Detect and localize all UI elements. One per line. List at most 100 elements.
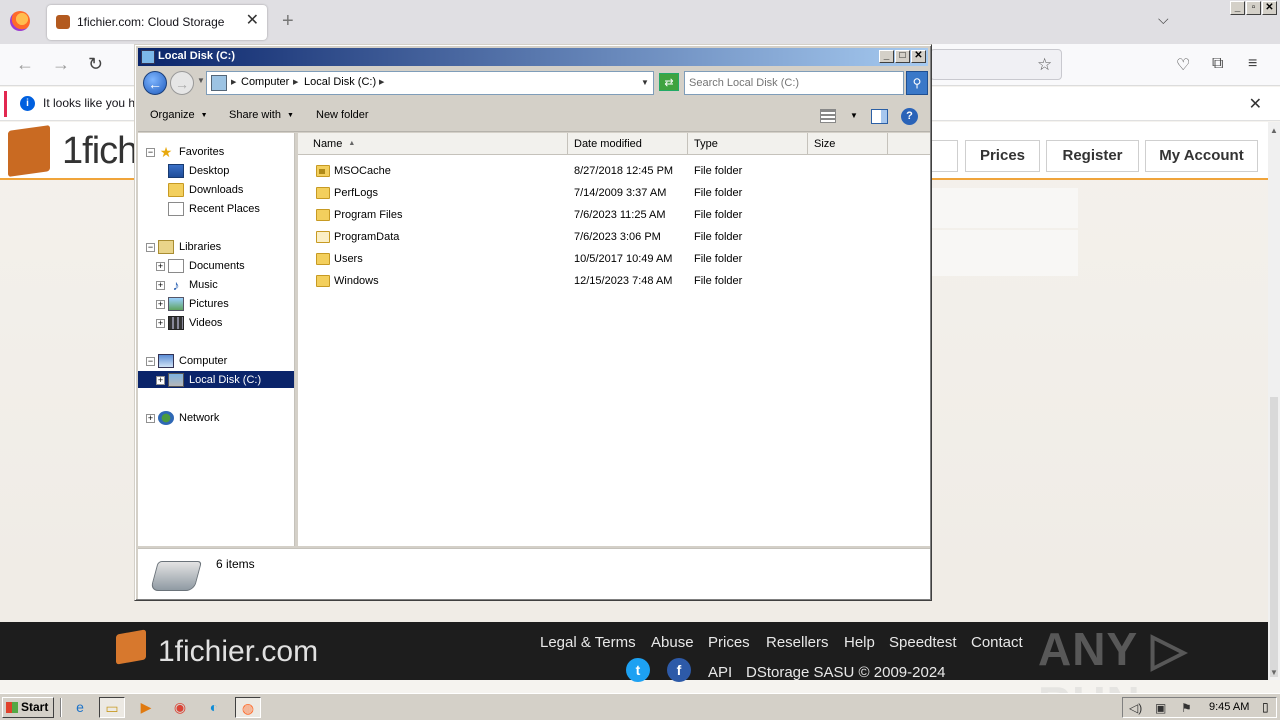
scroll-down-arrow-icon[interactable]: ▼	[1270, 668, 1278, 677]
breadcrumb[interactable]: ▶ Computer ▶ Local Disk (C:) ▶ ▼	[206, 71, 654, 95]
firefox-icon[interactable]: ◍	[235, 697, 261, 718]
expand-pictures-icon[interactable]: +	[156, 300, 165, 309]
facebook-icon[interactable]: f	[667, 658, 691, 682]
recent-pages-chevron-down-icon[interactable]: ▼	[197, 76, 205, 85]
table-row[interactable]: Users 10/5/2017 10:49 AM File folder	[298, 249, 930, 271]
collapse-computer-icon[interactable]: −	[146, 357, 155, 366]
footer-link-api[interactable]: API	[708, 664, 732, 681]
tree-item-network[interactable]: Network	[158, 409, 219, 426]
back-button[interactable]: ←	[143, 71, 167, 95]
expand-network-icon[interactable]: +	[146, 414, 155, 423]
new-folder-button[interactable]: New folder	[316, 109, 369, 121]
navigation-pane[interactable]: − ★ Favorites Desktop Downloads Recent Pl…	[138, 133, 295, 546]
refresh-icon[interactable]: ⇄	[659, 73, 679, 91]
page-scrollbar[interactable]: ▲ ▼	[1268, 122, 1280, 680]
restore-button[interactable]: ▫	[1246, 1, 1261, 15]
tree-item-recent-places[interactable]: Recent Places	[168, 200, 260, 217]
chrome-icon[interactable]: ◉	[167, 697, 193, 718]
scroll-up-arrow-icon[interactable]: ▲	[1270, 126, 1278, 135]
tree-item-videos[interactable]: Videos	[168, 314, 222, 331]
show-desktop-icon[interactable]: ▯	[1262, 700, 1269, 714]
tree-item-computer[interactable]: Computer	[158, 352, 227, 369]
tree-item-libraries[interactable]: Libraries	[158, 238, 221, 255]
start-button[interactable]: Start	[2, 697, 54, 718]
tree-item-music[interactable]: ♪ Music	[168, 276, 218, 293]
view-options-chevron-down-icon[interactable]: ▼	[850, 111, 858, 120]
help-icon[interactable]: ?	[901, 108, 918, 125]
footer-link-speedtest[interactable]: Speedtest	[889, 634, 957, 651]
site-nav-partial[interactable]	[930, 140, 958, 172]
maximize-button[interactable]: □	[895, 50, 910, 63]
expand-documents-icon[interactable]: +	[156, 262, 165, 271]
table-row[interactable]: Windows 12/15/2023 7:48 AM File folder	[298, 271, 930, 293]
breadcrumb-computer[interactable]: Computer	[241, 76, 289, 88]
explorer-title-bar[interactable]: Local Disk (C:) _ □ ✕	[138, 48, 928, 66]
reload-icon[interactable]: ↻	[88, 54, 103, 74]
firefox-logo-icon[interactable]	[10, 11, 30, 31]
internet-explorer-icon[interactable]: e	[67, 697, 93, 718]
search-box[interactable]	[684, 71, 904, 95]
close-tab-icon[interactable]: ✕	[246, 12, 259, 30]
tree-item-favorites[interactable]: ★ Favorites	[158, 143, 225, 160]
collapse-favorites-icon[interactable]: −	[146, 148, 155, 157]
nav-prices-button[interactable]: Prices	[965, 140, 1040, 172]
windows-explorer-icon[interactable]: ▭	[99, 697, 125, 718]
table-row[interactable]: Program Files 7/6/2023 11:25 AM File fol…	[298, 205, 930, 227]
volume-icon[interactable]: ◁)	[1129, 701, 1142, 715]
chevron-right-icon[interactable]: ▶	[293, 78, 298, 86]
site-logo-icon[interactable]	[8, 125, 50, 177]
tree-item-pictures[interactable]: Pictures	[168, 295, 229, 312]
expand-videos-icon[interactable]: +	[156, 319, 165, 328]
column-header-type[interactable]: Type	[688, 133, 808, 155]
network-status-icon[interactable]: ▣	[1155, 701, 1166, 715]
preview-pane-icon[interactable]	[871, 109, 888, 124]
footer-link-contact[interactable]: Contact	[971, 634, 1023, 651]
tree-item-desktop[interactable]: Desktop	[168, 162, 229, 179]
menu-hamburger-icon[interactable]: ≡	[1248, 55, 1257, 73]
column-header-size[interactable]: Size	[808, 133, 888, 155]
twitter-icon[interactable]: t	[626, 658, 650, 682]
new-tab-button[interactable]: +	[282, 10, 294, 32]
nav-register-button[interactable]: Register	[1046, 140, 1139, 172]
column-header-name[interactable]: Name ▲	[298, 133, 568, 155]
search-input[interactable]	[689, 75, 899, 91]
forward-button[interactable]: →	[170, 71, 194, 95]
expand-music-icon[interactable]: +	[156, 281, 165, 290]
media-player-icon[interactable]: ▶	[133, 697, 159, 718]
tree-item-documents[interactable]: Documents	[168, 257, 245, 274]
share-with-button[interactable]: Share with ▼	[229, 109, 294, 121]
pocket-icon[interactable]: ♡	[1176, 55, 1190, 75]
clock[interactable]: 9:45 AM	[1209, 701, 1249, 713]
back-arrow-icon[interactable]: ←	[16, 54, 34, 74]
close-button[interactable]: ✕	[911, 50, 926, 63]
table-row[interactable]: MSOCache 8/27/2018 12:45 PM File folder	[298, 161, 930, 183]
breadcrumb-local-disk[interactable]: Local Disk (C:)	[304, 76, 376, 88]
minimize-button[interactable]: _	[1230, 1, 1245, 15]
bookmark-star-icon[interactable]: ☆	[1037, 55, 1052, 75]
footer-link-resellers[interactable]: Resellers	[766, 634, 829, 651]
footer-link-help[interactable]: Help	[844, 634, 875, 651]
minimize-button[interactable]: _	[879, 50, 894, 63]
search-icon[interactable]: ⚲	[906, 71, 928, 95]
file-list-pane[interactable]: Name ▲ Date modified Type Size MSOCache 8…	[298, 133, 930, 546]
chevron-right-icon[interactable]: ▶	[231, 78, 236, 86]
close-notification-icon[interactable]: ✕	[1249, 94, 1262, 114]
browser-tab-active[interactable]: 1fichier.com: Cloud Storage ✕	[47, 5, 267, 40]
table-row[interactable]: ProgramData 7/6/2023 3:06 PM File folder	[298, 227, 930, 249]
chevron-right-icon[interactable]: ▶	[379, 78, 384, 86]
footer-link-abuse[interactable]: Abuse	[651, 634, 694, 651]
organize-button[interactable]: Organize ▼	[150, 109, 208, 121]
footer-link-legal[interactable]: Legal & Terms	[540, 634, 636, 651]
column-header-date-modified[interactable]: Date modified	[568, 133, 688, 155]
forward-arrow-icon[interactable]: →	[52, 54, 70, 74]
change-view-icon[interactable]	[820, 109, 836, 123]
list-all-tabs-button[interactable]: ⌵	[1158, 11, 1169, 28]
edge-icon[interactable]: ◐	[201, 697, 227, 718]
expand-local-disk-icon[interactable]: +	[156, 376, 165, 385]
action-center-flag-icon[interactable]: ⚑	[1181, 701, 1192, 715]
nav-my-account-button[interactable]: My Account	[1145, 140, 1258, 172]
table-row[interactable]: PerfLogs 7/14/2009 3:37 AM File folder	[298, 183, 930, 205]
footer-logo-text[interactable]: 1fichier.com	[158, 635, 318, 669]
tree-item-downloads[interactable]: Downloads	[168, 181, 243, 198]
scrollbar-thumb[interactable]	[1270, 397, 1278, 677]
